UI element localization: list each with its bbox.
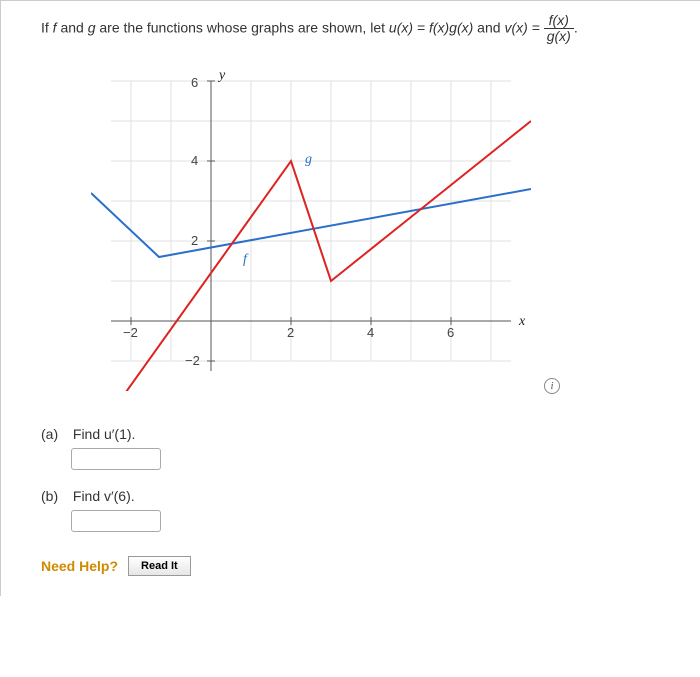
question-b: (b) Find v′(6). (41, 488, 680, 504)
help-row: Need Help? Read It (41, 556, 680, 576)
tick-label: 6 (191, 75, 198, 90)
prompt-text: . (574, 20, 578, 36)
info-icon-glyph: i (550, 380, 553, 392)
fraction: f(x)g(x) (544, 13, 574, 45)
graph-container: −2 2 4 6 2 4 6 −2 x y f g i (41, 61, 680, 414)
question-b-text: Find v′(6). (73, 488, 135, 504)
question-a-label: (a) (41, 426, 69, 442)
graph-svg: −2 2 4 6 2 4 6 −2 x y f g (91, 71, 531, 391)
question-b-label: (b) (41, 488, 69, 504)
prompt-text: and (473, 20, 504, 36)
tick-label: 4 (191, 153, 198, 168)
tick-label: −2 (185, 353, 200, 368)
question-a-text: Find u′(1). (73, 426, 136, 442)
prompt-text: and (57, 20, 88, 36)
prompt-text: are the functions whose graphs are shown… (96, 20, 389, 36)
problem-prompt: If f and g are the functions whose graph… (41, 13, 680, 45)
answer-input-b[interactable] (71, 510, 161, 532)
question-a: (a) Find u′(1). (41, 426, 680, 442)
u-definition: u(x) = f(x)g(x) (389, 20, 473, 36)
f-label: f (243, 252, 249, 267)
need-help-label: Need Help? (41, 558, 118, 574)
fraction-denominator: g(x) (544, 29, 574, 44)
g-label: g (305, 152, 312, 167)
prompt-text: If (41, 20, 53, 36)
info-icon[interactable]: i (544, 378, 560, 394)
tick-label: 2 (287, 325, 294, 340)
tick-label: 2 (191, 233, 198, 248)
answer-input-a[interactable] (71, 448, 161, 470)
tick-label: 4 (367, 325, 374, 340)
tick-label: 6 (447, 325, 454, 340)
fraction-numerator: f(x) (544, 13, 574, 29)
y-axis-label: y (217, 71, 226, 83)
read-it-button[interactable]: Read It (128, 556, 191, 576)
var-g: g (88, 20, 96, 36)
tick-label: −2 (123, 325, 138, 340)
x-axis-label: x (518, 314, 526, 329)
v-lhs: v(x) = (504, 20, 543, 36)
